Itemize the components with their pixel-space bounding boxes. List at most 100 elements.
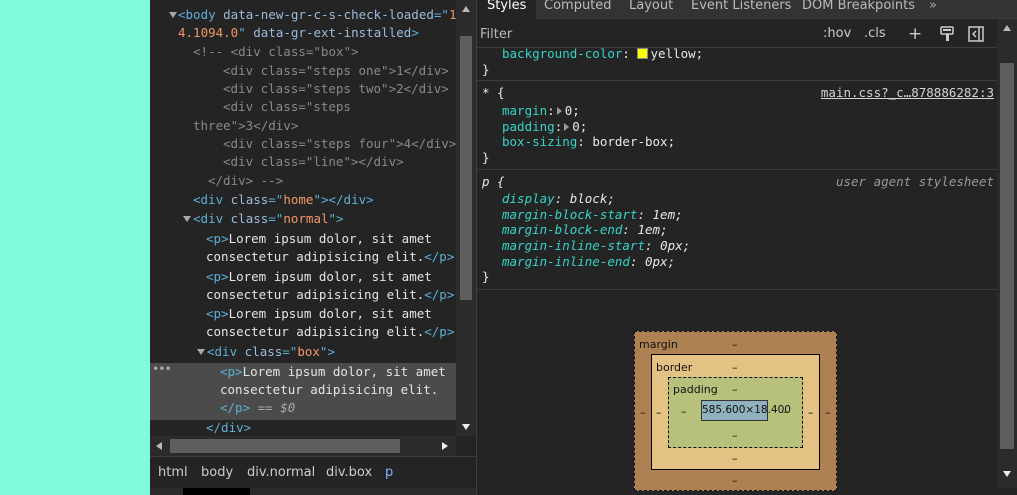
scroll-up-icon[interactable] <box>1003 25 1011 31</box>
dom-line-selected[interactable]: </p> == $0 <box>150 399 456 420</box>
scroll-down-icon[interactable] <box>1003 471 1011 477</box>
dom-token: Lorem ipsum dolor, sit amet <box>228 306 432 321</box>
rule-selector[interactable]: * { <box>482 85 505 101</box>
dom-token: 1 <box>448 7 456 22</box>
scroll-thumb[interactable] <box>460 36 472 300</box>
declaration[interactable]: margin-block-start: 1em; <box>502 207 683 223</box>
scroll-right-icon[interactable] <box>442 442 448 450</box>
box-model-border[interactable]: border – – – – padding – – – – 585.600×1… <box>651 354 820 470</box>
dom-token: </div> --> <box>208 173 284 188</box>
margin-bottom-value[interactable]: – <box>732 474 738 487</box>
padding-label: padding <box>673 383 718 396</box>
margin-right-value[interactable]: – <box>825 406 831 419</box>
scroll-up-icon[interactable] <box>462 6 470 12</box>
dom-line[interactable]: <div class="home"></div> <box>150 191 456 210</box>
box-model-content[interactable]: 585.600×18.400 <box>701 400 791 421</box>
dom-comment-line[interactable]: <div class="steps two">2</div> <box>150 80 456 99</box>
filter-input[interactable] <box>480 24 810 44</box>
margin-left-value[interactable]: – <box>640 406 646 419</box>
expand-icon[interactable] <box>556 107 562 115</box>
dom-comment-line[interactable]: <div class="steps <box>150 98 456 117</box>
margin-top-value[interactable]: – <box>732 338 738 351</box>
dom-line[interactable]: consectetur adipisicing elit.</p> <box>150 323 456 342</box>
dom-line[interactable]: <p>Lorem ipsum dolor, sit amet <box>150 230 456 249</box>
dom-token: <p> <box>206 306 229 321</box>
rule-selector[interactable]: p { <box>482 174 505 190</box>
declaration[interactable]: box-sizing: border-box; <box>502 134 675 150</box>
breadcrumb-body[interactable]: body <box>193 457 241 489</box>
breadcrumb-div-box[interactable]: div.box <box>318 457 380 489</box>
declaration[interactable]: margin: 0; <box>502 103 580 119</box>
new-rule-button[interactable]: + <box>908 24 922 44</box>
dom-line[interactable]: 4.1094.0" data-gr-ext-installed> <box>150 24 456 43</box>
dom-line[interactable]: </div> <box>150 419 456 436</box>
class-toggle-button[interactable]: .cls <box>864 24 886 44</box>
dom-line[interactable]: consectetur adipisicing elit.</p> <box>150 286 456 305</box>
padding-bottom-value[interactable]: – <box>732 429 738 442</box>
dom-token: "> <box>319 344 335 359</box>
user-agent-label: user agent stylesheet <box>835 174 994 189</box>
dom-token: <p> <box>220 364 243 379</box>
dom-line-selected[interactable]: consectetur adipisicing elit. <box>150 381 456 400</box>
dom-comment-line[interactable]: three">3</div> <box>150 117 456 136</box>
dom-comment-line[interactable]: <div class="line"></div> <box>150 153 456 172</box>
dom-vertical-scrollbar[interactable] <box>456 0 476 436</box>
scroll-down-icon[interactable] <box>462 424 470 430</box>
breadcrumb-html[interactable]: html <box>150 457 196 489</box>
more-options-icon[interactable]: ••• <box>152 362 172 376</box>
dom-comment-line[interactable]: <div class="steps four">4</div> <box>150 135 456 154</box>
tab-layout[interactable]: Layout <box>629 0 673 19</box>
elements-panel: <body data-new-gr-c-s-check-loaded="1 4.… <box>150 0 476 495</box>
border-top-value[interactable]: – <box>732 361 738 374</box>
toggle-sidebar-icon[interactable] <box>968 26 984 42</box>
dom-line-selected[interactable]: <p>Lorem ipsum dolor, sit amet <box>150 363 456 383</box>
dom-token: <!-- <div class="box"> <box>193 44 359 59</box>
padding-top-value[interactable]: – <box>732 383 738 396</box>
scroll-left-icon[interactable] <box>156 442 162 450</box>
more-tabs-icon[interactable]: » <box>929 0 937 19</box>
dom-line[interactable]: <p>Lorem ipsum dolor, sit amet <box>150 268 456 287</box>
breadcrumb-p[interactable]: p <box>377 457 401 489</box>
tab-computed[interactable]: Computed <box>544 0 612 19</box>
tab-event-listeners[interactable]: Event Listeners <box>691 0 791 19</box>
breadcrumb-div-normal[interactable]: div.normal <box>239 457 323 489</box>
drawer-tab[interactable] <box>183 488 250 495</box>
dom-comment-line[interactable]: </div> --> <box>150 172 456 191</box>
declaration[interactable]: margin-inline-start: 0px; <box>502 238 690 254</box>
styles-vertical-scrollbar[interactable] <box>997 19 1017 488</box>
dom-line[interactable]: <div class="box"> <box>150 343 456 362</box>
declaration[interactable]: margin-inline-end: 0px; <box>502 254 675 270</box>
declaration[interactable]: padding: 0; <box>502 119 587 135</box>
dom-token: </p> <box>424 249 455 264</box>
hover-state-button[interactable]: :hov <box>823 24 851 44</box>
dom-line[interactable]: <p>Lorem ipsum dolor, sit amet <box>150 305 456 324</box>
expand-icon[interactable] <box>564 123 570 131</box>
declaration[interactable]: margin-block-end: 1em; <box>502 222 668 238</box>
dom-comment-line[interactable]: <div class="steps one">1</div> <box>150 62 456 81</box>
dom-horizontal-scrollbar[interactable] <box>150 436 456 456</box>
border-right-value[interactable]: – <box>808 406 814 419</box>
dom-token: "> <box>328 211 344 226</box>
box-model-padding[interactable]: padding – – – – 585.600×18.400 <box>668 377 803 448</box>
dom-line[interactable]: <div class="normal"> <box>150 210 456 229</box>
styles-panel: Styles Computed Layout Event Listeners D… <box>477 0 1017 495</box>
padding-left-value[interactable]: – <box>681 405 687 418</box>
border-left-value[interactable]: – <box>656 406 662 419</box>
border-bottom-value[interactable]: – <box>732 452 738 465</box>
color-swatch[interactable] <box>637 48 649 59</box>
dom-token: three">3</div> <box>193 118 299 133</box>
tab-styles[interactable]: Styles <box>477 0 537 19</box>
dom-comment-line[interactable]: <!-- <div class="box"> <box>150 43 456 62</box>
declaration[interactable]: background-color: yellow; <box>502 48 703 62</box>
box-model-margin[interactable]: margin – – – – border – – – – padding – … <box>634 331 837 491</box>
declaration[interactable]: display: block; <box>502 191 615 207</box>
dom-line[interactable]: <body data-new-gr-c-s-check-loaded="1 <box>150 6 456 25</box>
tab-dom-breakpoints[interactable]: DOM Breakpoints <box>802 0 915 19</box>
source-link[interactable]: main.css?_c…878886282:3 <box>821 85 994 101</box>
scroll-thumb[interactable] <box>170 439 400 453</box>
scroll-thumb[interactable] <box>1000 63 1014 449</box>
rule-close-brace: } <box>482 269 490 284</box>
paint-brush-icon[interactable] <box>939 26 955 42</box>
dom-line[interactable]: consectetur adipisicing elit.</p> <box>150 248 456 267</box>
dom-token: =" <box>433 7 449 22</box>
